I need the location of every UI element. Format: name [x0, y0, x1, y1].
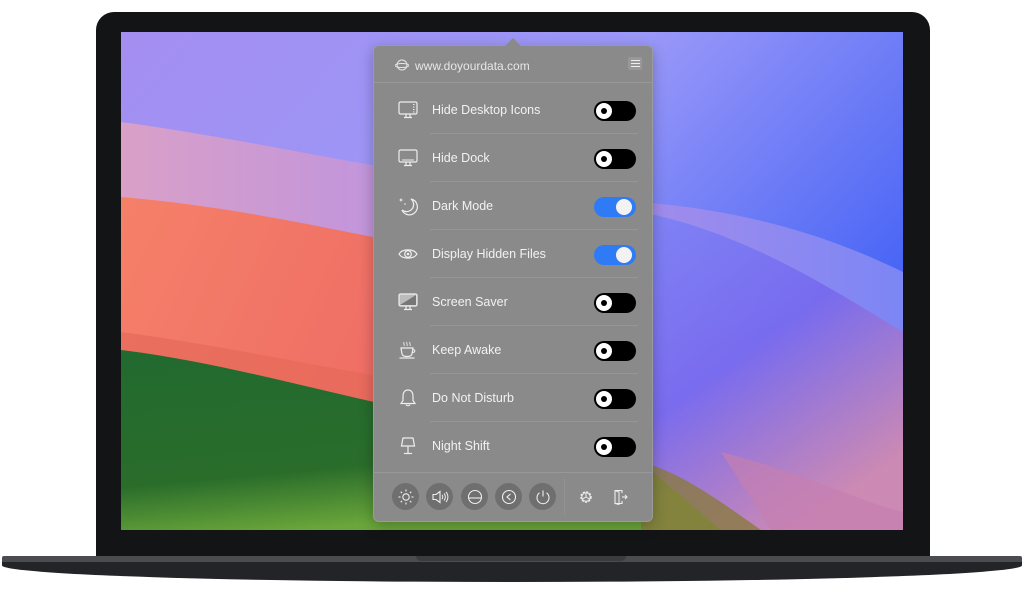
gear-icon: [579, 490, 592, 503]
desktop-icons-icon: [398, 101, 418, 119]
footer-divider: [564, 479, 565, 515]
toggle-label: Screen Saver: [432, 295, 508, 309]
hide-desktop-icons-toggle[interactable]: [594, 101, 636, 121]
toggle-label: Night Shift: [432, 439, 490, 453]
hamburger-menu-button[interactable]: [628, 57, 642, 70]
toggle-row-screen-saver: Screen Saver: [374, 278, 652, 326]
toggle-label: Dark Mode: [432, 199, 494, 213]
monitor-dock-icon: [398, 149, 418, 167]
toggle-row-hide-dock: Hide Dock: [374, 134, 652, 182]
power-icon: [535, 490, 550, 504]
toggle-label: Do Not Disturb: [432, 391, 514, 405]
toggle-row-do-not-disturb: Do Not Disturb: [374, 374, 652, 422]
hide-dock-toggle[interactable]: [594, 149, 636, 169]
sun-icon: [398, 489, 413, 504]
toggle-label: Display Hidden Files: [432, 247, 546, 261]
eye-icon: [398, 249, 418, 259]
popup-header: www.doyourdata.com: [374, 46, 652, 83]
settings-button[interactable]: [572, 483, 599, 510]
toggle-label: Hide Dock: [432, 151, 490, 165]
display-hidden-files-toggle[interactable]: [594, 245, 636, 265]
power-button[interactable]: [529, 483, 556, 510]
toggle-label: Hide Desktop Icons: [432, 103, 541, 117]
brightness-button[interactable]: [392, 483, 419, 510]
speaker-icon: [431, 489, 448, 504]
website-link[interactable]: www.doyourdata.com: [415, 59, 530, 73]
laptop-base: [2, 556, 1022, 582]
quit-button[interactable]: [606, 483, 633, 510]
disk-icon: [467, 489, 482, 504]
back-arrow-icon: [501, 489, 516, 504]
toggle-row-keep-awake: Keep Awake: [374, 326, 652, 374]
toggle-row-display-hidden-files: Display Hidden Files: [374, 230, 652, 278]
lamp-icon: [400, 437, 416, 455]
do-not-disturb-toggle[interactable]: [594, 389, 636, 409]
moon-stars-icon: [399, 198, 418, 216]
dark-mode-toggle[interactable]: [594, 197, 636, 217]
night-shift-toggle[interactable]: [594, 437, 636, 457]
base-body: [2, 562, 1022, 582]
hamburger-menu-icon: [630, 60, 640, 61]
keep-awake-toggle[interactable]: [594, 341, 636, 361]
bell-icon: [399, 389, 417, 407]
menu-bar-popup: www.doyourdata.com Hide Desktop Icons Hi…: [373, 38, 653, 522]
popup-arrow: [505, 38, 521, 46]
globe-icon: [395, 59, 409, 71]
popup-footer: [374, 472, 652, 522]
screen-saver-toggle[interactable]: [594, 293, 636, 313]
volume-button[interactable]: [426, 483, 453, 510]
toggle-row-hide-desktop-icons: Hide Desktop Icons: [374, 86, 652, 134]
back-button[interactable]: [495, 483, 522, 510]
toggle-label: Keep Awake: [432, 343, 502, 357]
eject-disk-button[interactable]: [461, 483, 488, 510]
exit-door-icon: [613, 489, 628, 505]
base-notch: [416, 556, 626, 561]
toggle-list: Hide Desktop Icons Hide Dock Dark Mode D…: [374, 86, 652, 470]
coffee-cup-icon: [399, 341, 416, 359]
screen-saver-icon: [398, 293, 418, 311]
toggle-row-night-shift: Night Shift: [374, 422, 652, 470]
toggle-row-dark-mode: Dark Mode: [374, 182, 652, 230]
